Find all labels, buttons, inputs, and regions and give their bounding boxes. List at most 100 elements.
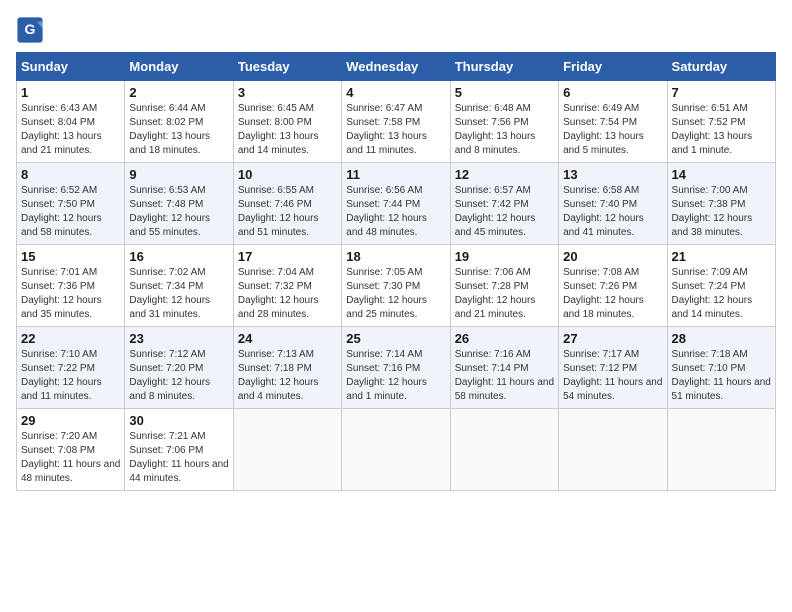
sunset-label: Sunset: 7:40 PM [563, 199, 637, 210]
calendar-cell: 1 Sunrise: 6:43 AM Sunset: 8:04 PM Dayli… [17, 81, 125, 163]
calendar-cell: 22 Sunrise: 7:10 AM Sunset: 7:22 PM Dayl… [17, 327, 125, 409]
day-number: 8 [21, 167, 120, 182]
calendar-cell: 13 Sunrise: 6:58 AM Sunset: 7:40 PM Dayl… [559, 163, 667, 245]
day-info: Sunrise: 6:58 AM Sunset: 7:40 PM Dayligh… [563, 184, 662, 240]
day-number: 14 [672, 167, 771, 182]
sunset-label: Sunset: 8:00 PM [238, 117, 312, 128]
day-number: 29 [21, 413, 120, 428]
day-number: 30 [129, 413, 228, 428]
day-info: Sunrise: 6:44 AM Sunset: 8:02 PM Dayligh… [129, 102, 228, 158]
calendar-cell [667, 409, 775, 491]
weekday-header: Sunday [17, 53, 125, 81]
sunset-label: Sunset: 7:42 PM [455, 199, 529, 210]
sunset-label: Sunset: 7:22 PM [21, 363, 95, 374]
calendar-cell: 24 Sunrise: 7:13 AM Sunset: 7:18 PM Dayl… [233, 327, 341, 409]
daylight-label: Daylight: 13 hours and 8 minutes. [455, 131, 536, 156]
sunset-label: Sunset: 7:32 PM [238, 281, 312, 292]
calendar-cell: 29 Sunrise: 7:20 AM Sunset: 7:08 PM Dayl… [17, 409, 125, 491]
calendar-body: 1 Sunrise: 6:43 AM Sunset: 8:04 PM Dayli… [17, 81, 776, 491]
day-number: 17 [238, 249, 337, 264]
header: G [16, 16, 776, 44]
daylight-label: Daylight: 12 hours and 11 minutes. [21, 377, 102, 402]
daylight-label: Daylight: 12 hours and 58 minutes. [21, 213, 102, 238]
day-number: 25 [346, 331, 445, 346]
calendar-cell: 11 Sunrise: 6:56 AM Sunset: 7:44 PM Dayl… [342, 163, 450, 245]
sunrise-label: Sunrise: 7:04 AM [238, 267, 314, 278]
daylight-label: Daylight: 11 hours and 51 minutes. [672, 377, 771, 402]
daylight-label: Daylight: 12 hours and 35 minutes. [21, 295, 102, 320]
daylight-label: Daylight: 11 hours and 58 minutes. [455, 377, 554, 402]
daylight-label: Daylight: 13 hours and 21 minutes. [21, 131, 102, 156]
daylight-label: Daylight: 12 hours and 18 minutes. [563, 295, 644, 320]
day-info: Sunrise: 7:16 AM Sunset: 7:14 PM Dayligh… [455, 348, 554, 404]
day-number: 3 [238, 85, 337, 100]
sunrise-label: Sunrise: 7:21 AM [129, 431, 205, 442]
day-number: 24 [238, 331, 337, 346]
day-info: Sunrise: 6:52 AM Sunset: 7:50 PM Dayligh… [21, 184, 120, 240]
daylight-label: Daylight: 12 hours and 38 minutes. [672, 213, 753, 238]
sunrise-label: Sunrise: 7:02 AM [129, 267, 205, 278]
calendar-cell [342, 409, 450, 491]
daylight-label: Daylight: 12 hours and 21 minutes. [455, 295, 536, 320]
day-number: 4 [346, 85, 445, 100]
day-info: Sunrise: 6:51 AM Sunset: 7:52 PM Dayligh… [672, 102, 771, 158]
day-info: Sunrise: 7:21 AM Sunset: 7:06 PM Dayligh… [129, 430, 228, 486]
day-info: Sunrise: 6:48 AM Sunset: 7:56 PM Dayligh… [455, 102, 554, 158]
day-number: 12 [455, 167, 554, 182]
sunrise-label: Sunrise: 7:20 AM [21, 431, 97, 442]
day-number: 11 [346, 167, 445, 182]
logo: G [16, 16, 48, 44]
sunrise-label: Sunrise: 7:16 AM [455, 349, 531, 360]
daylight-label: Daylight: 13 hours and 5 minutes. [563, 131, 644, 156]
day-number: 23 [129, 331, 228, 346]
calendar-cell [450, 409, 558, 491]
sunset-label: Sunset: 7:12 PM [563, 363, 637, 374]
sunrise-label: Sunrise: 6:45 AM [238, 103, 314, 114]
daylight-label: Daylight: 12 hours and 14 minutes. [672, 295, 753, 320]
sunset-label: Sunset: 7:44 PM [346, 199, 420, 210]
sunrise-label: Sunrise: 7:06 AM [455, 267, 531, 278]
sunset-label: Sunset: 7:18 PM [238, 363, 312, 374]
sunrise-label: Sunrise: 6:44 AM [129, 103, 205, 114]
calendar-cell: 14 Sunrise: 7:00 AM Sunset: 7:38 PM Dayl… [667, 163, 775, 245]
day-number: 18 [346, 249, 445, 264]
weekday-header: Tuesday [233, 53, 341, 81]
day-info: Sunrise: 7:05 AM Sunset: 7:30 PM Dayligh… [346, 266, 445, 322]
sunrise-label: Sunrise: 6:43 AM [21, 103, 97, 114]
daylight-label: Daylight: 13 hours and 18 minutes. [129, 131, 210, 156]
day-info: Sunrise: 6:49 AM Sunset: 7:54 PM Dayligh… [563, 102, 662, 158]
sunrise-label: Sunrise: 7:17 AM [563, 349, 639, 360]
sunset-label: Sunset: 8:04 PM [21, 117, 95, 128]
sunrise-label: Sunrise: 6:57 AM [455, 185, 531, 196]
calendar-cell: 17 Sunrise: 7:04 AM Sunset: 7:32 PM Dayl… [233, 245, 341, 327]
daylight-label: Daylight: 12 hours and 55 minutes. [129, 213, 210, 238]
calendar-cell: 6 Sunrise: 6:49 AM Sunset: 7:54 PM Dayli… [559, 81, 667, 163]
sunrise-label: Sunrise: 6:56 AM [346, 185, 422, 196]
daylight-label: Daylight: 12 hours and 28 minutes. [238, 295, 319, 320]
daylight-label: Daylight: 12 hours and 31 minutes. [129, 295, 210, 320]
sunset-label: Sunset: 7:06 PM [129, 445, 203, 456]
calendar-cell: 16 Sunrise: 7:02 AM Sunset: 7:34 PM Dayl… [125, 245, 233, 327]
day-number: 2 [129, 85, 228, 100]
day-info: Sunrise: 6:55 AM Sunset: 7:46 PM Dayligh… [238, 184, 337, 240]
sunrise-label: Sunrise: 6:48 AM [455, 103, 531, 114]
day-number: 21 [672, 249, 771, 264]
day-number: 27 [563, 331, 662, 346]
day-number: 7 [672, 85, 771, 100]
daylight-label: Daylight: 13 hours and 1 minute. [672, 131, 753, 156]
sunrise-label: Sunrise: 7:05 AM [346, 267, 422, 278]
sunset-label: Sunset: 7:58 PM [346, 117, 420, 128]
calendar-cell: 4 Sunrise: 6:47 AM Sunset: 7:58 PM Dayli… [342, 81, 450, 163]
daylight-label: Daylight: 12 hours and 41 minutes. [563, 213, 644, 238]
day-number: 9 [129, 167, 228, 182]
calendar-cell: 9 Sunrise: 6:53 AM Sunset: 7:48 PM Dayli… [125, 163, 233, 245]
daylight-label: Daylight: 12 hours and 45 minutes. [455, 213, 536, 238]
calendar-week-row: 1 Sunrise: 6:43 AM Sunset: 8:04 PM Dayli… [17, 81, 776, 163]
logo-icon: G [16, 16, 44, 44]
sunset-label: Sunset: 7:16 PM [346, 363, 420, 374]
daylight-label: Daylight: 12 hours and 48 minutes. [346, 213, 427, 238]
calendar-cell: 10 Sunrise: 6:55 AM Sunset: 7:46 PM Dayl… [233, 163, 341, 245]
sunset-label: Sunset: 7:08 PM [21, 445, 95, 456]
day-info: Sunrise: 6:47 AM Sunset: 7:58 PM Dayligh… [346, 102, 445, 158]
day-number: 28 [672, 331, 771, 346]
